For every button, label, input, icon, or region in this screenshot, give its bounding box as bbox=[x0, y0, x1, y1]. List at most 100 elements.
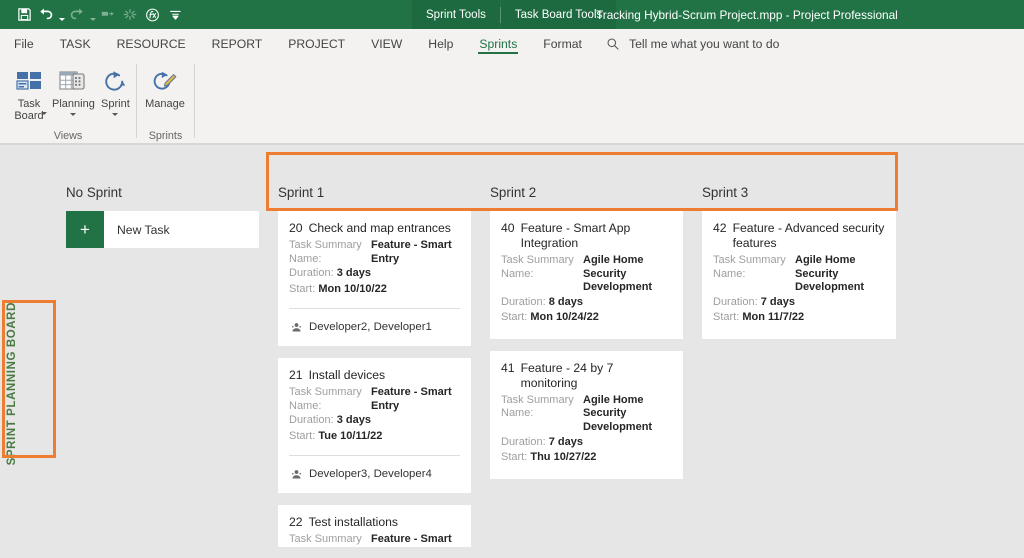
task-card[interactable]: 21 Install devices Task Summary Name: Fe… bbox=[278, 358, 471, 494]
ribbon-group-sprints-label: Sprints bbox=[148, 130, 183, 142]
task-summary-value: Feature - Smart Entry bbox=[371, 386, 452, 412]
task-card[interactable]: 41 Feature - 24 by 7 monitoring Task Sum… bbox=[490, 350, 683, 479]
task-start-row: Start: Thu 10/27/22 bbox=[501, 450, 672, 466]
task-card-title: 40 Feature - Smart App Integration bbox=[501, 221, 672, 251]
ribbon-group-sprints: Manage Sprints bbox=[137, 58, 194, 145]
sprint-label: Sprint bbox=[101, 98, 130, 110]
task-summary-value: Feature - Smart bbox=[371, 533, 452, 546]
task-assignees: Developer2, Developer1 bbox=[289, 309, 460, 346]
tab-report[interactable]: REPORT bbox=[199, 29, 276, 58]
column-body-no-sprint: + New Task bbox=[58, 211, 270, 248]
task-board-label-line1: Task Board bbox=[14, 98, 44, 123]
task-card[interactable]: 40 Feature - Smart App Integration Task … bbox=[490, 211, 683, 339]
card-spacer bbox=[501, 326, 672, 339]
task-id: 41 bbox=[501, 360, 515, 375]
tab-project[interactable]: PROJECT bbox=[275, 29, 358, 58]
board-columns: No Sprint + New Task Sprint 1 20 Check a… bbox=[58, 145, 1024, 558]
task-id: 40 bbox=[501, 221, 515, 235]
task-card[interactable]: 42 Feature - Advanced security features … bbox=[702, 211, 896, 339]
task-name: Feature - Advanced security features bbox=[732, 221, 885, 250]
task-start-key: Start: bbox=[713, 311, 740, 324]
sprint-button[interactable]: Sprint bbox=[95, 58, 136, 117]
assignee-names: Developer2, Developer1 bbox=[309, 321, 432, 334]
task-duration-value: 7 days bbox=[548, 435, 583, 448]
redo-icon[interactable] bbox=[67, 4, 87, 26]
task-summary-key: Task Summary Name: bbox=[501, 393, 574, 420]
task-start-row: Start: Mon 10/24/22 bbox=[501, 310, 672, 326]
plus-icon: + bbox=[66, 211, 104, 248]
resource-icon bbox=[291, 469, 302, 480]
task-start-key: Start: bbox=[501, 311, 528, 324]
link-tasks-icon[interactable] bbox=[98, 4, 118, 26]
task-duration-row: Duration: 3 days bbox=[289, 413, 460, 429]
save-icon[interactable] bbox=[14, 4, 34, 26]
card-spacer bbox=[289, 297, 460, 308]
column-title: Sprint 3 bbox=[702, 185, 749, 200]
quick-access-toolbar bbox=[0, 0, 185, 29]
tab-sprints[interactable]: Sprints bbox=[466, 29, 530, 58]
tab-resource[interactable]: RESOURCE bbox=[104, 29, 199, 58]
tab-view[interactable]: VIEW bbox=[358, 29, 415, 58]
tab-format[interactable]: Format bbox=[530, 29, 595, 58]
tab-file[interactable]: File bbox=[0, 29, 47, 58]
task-start-value: Thu 10/27/22 bbox=[530, 451, 597, 464]
task-start-value: Mon 10/24/22 bbox=[530, 311, 599, 324]
task-card-title: 42 Feature - Advanced security features bbox=[713, 221, 885, 251]
task-card[interactable]: 20 Check and map entrances Task Summary … bbox=[278, 211, 471, 347]
task-start-key: Start: bbox=[289, 429, 316, 442]
task-duration-key: Duration: bbox=[713, 295, 758, 308]
planning-caret[interactable] bbox=[70, 113, 77, 117]
tell-me-search[interactable]: Tell me what you want to do bbox=[606, 29, 779, 58]
task-board-caret[interactable] bbox=[41, 112, 47, 116]
task-start-key: Start: bbox=[501, 451, 528, 464]
task-card[interactable]: 22 Test installations Task Summary Featu… bbox=[278, 505, 471, 547]
tab-task[interactable]: TASK bbox=[47, 29, 104, 58]
task-board-icon bbox=[15, 64, 43, 97]
task-start-value: Mon 10/10/22 bbox=[318, 282, 387, 295]
task-duration-key: Duration: bbox=[289, 267, 334, 280]
card-spacer bbox=[289, 444, 460, 455]
resource-icon bbox=[291, 322, 302, 333]
task-duration-key: Duration: bbox=[501, 435, 546, 448]
task-summary-row: Task Summary Name: Agile Home Security D… bbox=[501, 254, 672, 295]
task-duration-key: Duration: bbox=[501, 295, 546, 308]
unlink-tasks-icon[interactable] bbox=[120, 4, 140, 26]
task-start-value: Mon 11/7/22 bbox=[742, 311, 805, 324]
task-name: Install devices bbox=[308, 368, 386, 383]
task-card-title: 41 Feature - 24 by 7 monitoring bbox=[501, 361, 672, 391]
new-task-label: New Task bbox=[117, 222, 170, 237]
planning-button[interactable]: Planning bbox=[52, 58, 95, 117]
task-board-button[interactable]: Task Board bbox=[6, 58, 52, 122]
column-header-sprint-1: Sprint 1 bbox=[270, 145, 482, 211]
task-summary-key: Task Summary Name: bbox=[289, 386, 362, 412]
new-task-button[interactable]: + New Task bbox=[66, 211, 259, 248]
customize-toolbar-icon[interactable] bbox=[165, 4, 185, 26]
tab-help[interactable]: Help bbox=[415, 29, 466, 58]
task-duration-row: Duration: 7 days bbox=[713, 295, 885, 311]
function-icon[interactable] bbox=[142, 4, 163, 26]
task-name: Feature - 24 by 7 monitoring bbox=[520, 360, 614, 390]
column-title: Sprint 2 bbox=[490, 185, 537, 200]
task-start-key: Start: bbox=[289, 282, 316, 295]
task-duration-key: Duration: bbox=[289, 414, 334, 427]
view-rail[interactable]: SPRINT PLANNING BOARD bbox=[0, 145, 58, 558]
task-duration-row: Duration: 8 days bbox=[501, 295, 672, 311]
context-tab-sprint-tools[interactable]: Sprint Tools bbox=[412, 0, 500, 29]
sprint-caret[interactable] bbox=[112, 113, 119, 117]
project-professional-window: Sprint Tools Task Board Tools Tracking H… bbox=[0, 0, 1024, 558]
task-summary-key: Task Summary Name: bbox=[289, 239, 362, 265]
task-duration-row: Duration: 3 days bbox=[289, 266, 460, 282]
manage-sprints-label: Manage bbox=[145, 98, 185, 110]
redo-dropdown-caret[interactable] bbox=[89, 4, 96, 26]
manage-sprints-button[interactable]: Manage bbox=[139, 58, 191, 110]
tell-me-text: Tell me what you want to do bbox=[629, 36, 780, 51]
task-id: 42 bbox=[713, 221, 727, 235]
undo-dropdown-caret[interactable] bbox=[58, 4, 65, 26]
task-id: 20 bbox=[289, 221, 303, 235]
task-assignees: Developer3, Developer4 bbox=[289, 456, 460, 493]
undo-icon[interactable] bbox=[36, 4, 56, 26]
task-card-title: 20 Check and map entrances bbox=[289, 221, 460, 236]
task-summary-row: Task Summary Name: Agile Home Security D… bbox=[501, 394, 672, 435]
task-id: 22 bbox=[289, 515, 303, 530]
ribbon-tab-row: File TASK RESOURCE REPORT PROJECT VIEW H… bbox=[0, 29, 1024, 58]
